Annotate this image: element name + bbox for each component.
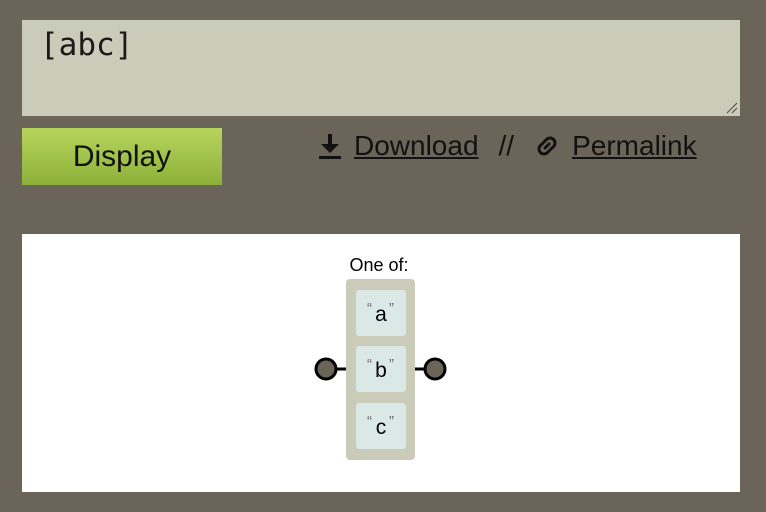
literal-text: a [375, 303, 387, 326]
close-quote: ” [389, 300, 394, 317]
literal-text: c [376, 416, 387, 439]
railroad-diagram-panel: One of: “ a ” “ b ” “ c ” [22, 234, 740, 492]
permalink-link[interactable]: Permalink [532, 130, 697, 162]
literal-a: “ a ” [356, 290, 406, 336]
download-link[interactable]: Download [316, 130, 479, 162]
open-quote: “ [367, 356, 372, 373]
display-button[interactable]: Display [22, 128, 222, 185]
literal-b: “ b ” [356, 346, 406, 392]
display-button-label: Display [72, 139, 172, 173]
download-icon [319, 134, 341, 159]
link-separator: // [498, 130, 515, 161]
regex-input-value: [abc] [40, 27, 134, 63]
literal-text: b [375, 359, 387, 382]
open-quote: “ [367, 413, 372, 430]
railroad-diagram: One of: “ a ” “ b ” “ c ” [314, 255, 447, 460]
start-node [314, 357, 338, 381]
resize-handle-icon[interactable] [726, 102, 738, 114]
permalink-label: Permalink [572, 130, 697, 161]
link-icon [537, 136, 557, 156]
close-quote: ” [389, 413, 394, 430]
end-node [423, 357, 447, 381]
group-label: One of: [349, 255, 408, 275]
action-links: Download // Permalink [316, 126, 697, 166]
literal-c: “ c ” [356, 403, 406, 449]
download-label: Download [354, 130, 479, 161]
open-quote: “ [367, 300, 372, 317]
close-quote: ” [389, 356, 394, 373]
regex-input[interactable]: [abc] [22, 20, 740, 116]
